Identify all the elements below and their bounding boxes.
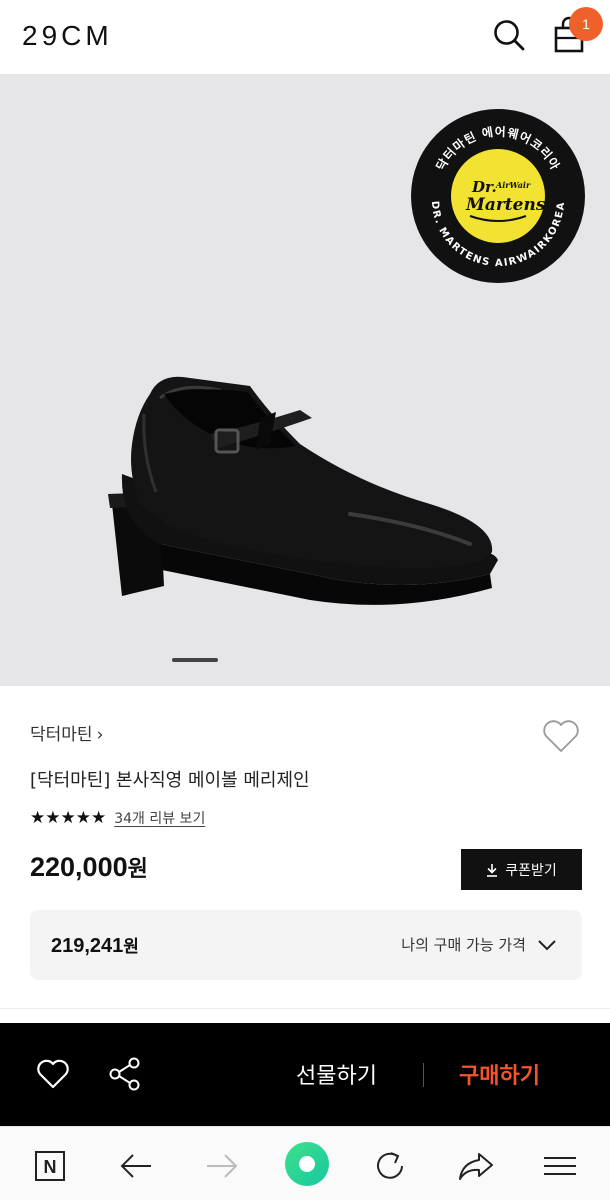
my-price-unit: 원 bbox=[123, 937, 139, 957]
site-logo[interactable]: 29CM bbox=[22, 20, 113, 52]
gift-button[interactable]: 선물하기 bbox=[296, 1058, 377, 1090]
menu-icon[interactable] bbox=[540, 1146, 580, 1186]
cart-count-badge: 1 bbox=[569, 7, 603, 41]
my-price-number: 219,241 bbox=[51, 935, 124, 957]
green-dot-icon[interactable] bbox=[284, 1141, 330, 1187]
brand-name: 닥터마틴 bbox=[30, 725, 93, 745]
svg-text:AirWair: AirWair bbox=[495, 180, 531, 190]
home-icon[interactable]: N bbox=[30, 1146, 70, 1186]
product-price: 220,000원 bbox=[30, 851, 148, 883]
purchase-bar: 선물하기 구매하기 bbox=[0, 1023, 610, 1126]
share-arrow-icon[interactable] bbox=[456, 1146, 496, 1186]
section-divider bbox=[0, 1008, 610, 1009]
my-price-label: 나의 구매 가능 가격 bbox=[401, 936, 526, 954]
app-header: 29CM 1 bbox=[0, 0, 610, 74]
carousel-indicator bbox=[172, 658, 218, 662]
price-number: 220,000 bbox=[30, 852, 128, 882]
rating-row: ★★★★★ 34개 리뷰 보기 bbox=[30, 808, 205, 828]
download-icon bbox=[487, 863, 498, 877]
button-separator bbox=[423, 1063, 424, 1087]
chevron-down-icon bbox=[538, 940, 556, 951]
price-unit: 원 bbox=[127, 857, 148, 882]
my-price: 219,241원 bbox=[51, 932, 139, 958]
chevron-right-icon: › bbox=[96, 725, 104, 745]
svg-text:N: N bbox=[44, 1157, 57, 1177]
search-icon[interactable] bbox=[492, 18, 526, 52]
rating-stars: ★★★★★ bbox=[30, 808, 107, 828]
browser-toolbar: N bbox=[0, 1126, 610, 1200]
my-price-box[interactable]: 219,241원 나의 구매 가능 가격 bbox=[30, 910, 582, 980]
review-link[interactable]: 34개 리뷰 보기 bbox=[114, 808, 205, 828]
share-icon[interactable] bbox=[108, 1056, 142, 1092]
coupon-download-button[interactable]: 쿠폰받기 bbox=[461, 849, 582, 890]
product-title: [닥터마틴] 본사직영 메이볼 메리제인 bbox=[30, 770, 310, 791]
svg-text:Martens: Martens bbox=[465, 195, 546, 215]
refresh-icon[interactable] bbox=[370, 1146, 410, 1186]
svg-text:Dr.: Dr. bbox=[471, 178, 497, 196]
product-image-carousel[interactable]: 닥터마틴 에어웨어코리아 DR. MARTENS AIRWAIRKOREA Dr… bbox=[0, 74, 610, 686]
dr-martens-badge-logo: 닥터마틴 에어웨어코리아 DR. MARTENS AIRWAIRKOREA Dr… bbox=[411, 109, 585, 283]
coupon-label: 쿠폰받기 bbox=[505, 862, 557, 879]
back-arrow-icon[interactable] bbox=[116, 1146, 156, 1186]
buy-button[interactable]: 구매하기 bbox=[459, 1058, 540, 1090]
wishlist-heart-icon[interactable] bbox=[36, 1058, 70, 1090]
wishlist-heart-icon[interactable] bbox=[541, 717, 581, 755]
shoe-product-image bbox=[108, 376, 499, 605]
forward-arrow-icon[interactable] bbox=[202, 1146, 242, 1186]
brand-link[interactable]: 닥터마틴 › bbox=[30, 720, 103, 745]
